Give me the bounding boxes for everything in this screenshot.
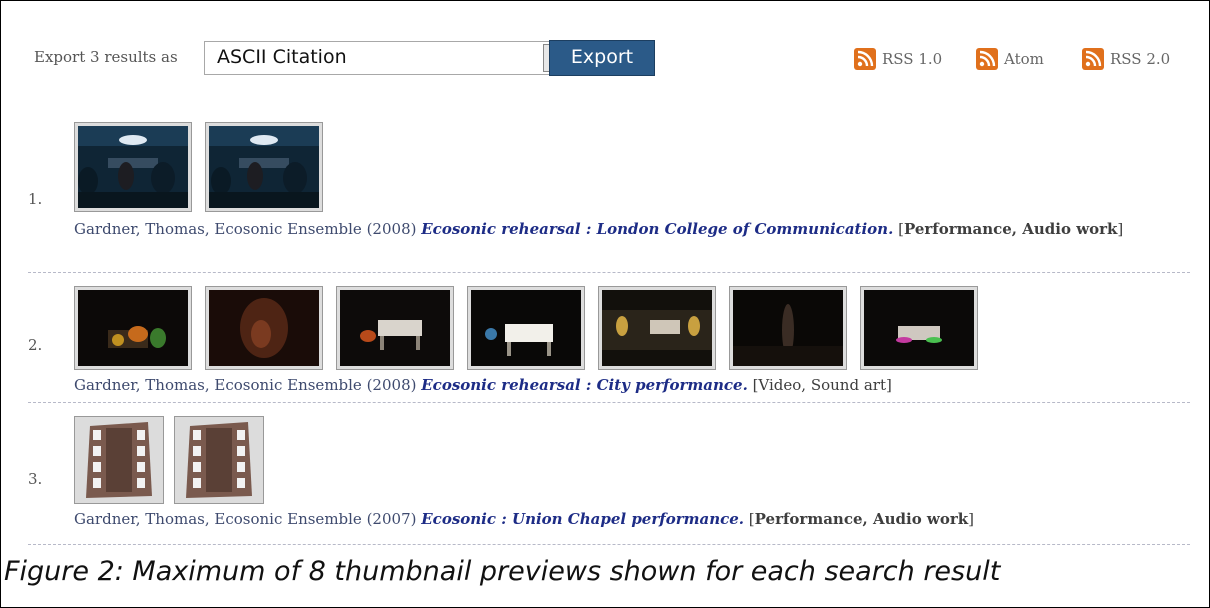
types-values: [Video, Sound art] [752, 376, 892, 394]
thumbnail[interactable] [860, 286, 978, 370]
thumbnail[interactable] [74, 286, 192, 370]
film-icon[interactable] [174, 416, 264, 504]
types-values: Performance, Audio work [903, 220, 1118, 238]
figure-caption: Figure 2: Maximum of 8 thumbnail preview… [4, 556, 1001, 587]
export-button[interactable]: Export [549, 40, 655, 76]
result-item: 3. Gardner, Thomas, Ecosonic Ensemble (2… [28, 410, 1190, 545]
result-number: 3. [28, 470, 43, 488]
feed-label: Atom [1004, 50, 1044, 68]
rss-icon [1082, 48, 1104, 70]
result-title-link[interactable]: Ecosonic rehearsal : City performance. [421, 376, 748, 394]
result-item: 1. Gardner, Thomas, Ecosonic Ensemble (2… [28, 122, 1190, 273]
result-authors[interactable]: Gardner, Thomas, Ecosonic Ensemble (2008… [74, 220, 416, 238]
result-item: 2. Gardner, Thomas, Ecosonic Ensemble (2… [28, 280, 1190, 403]
feed-label: RSS 1.0 [882, 50, 943, 68]
export-toolbar: Export 3 results as ASCII Citation Expor… [34, 40, 1194, 80]
result-types: [Performance, Audio work] [749, 510, 974, 528]
result-citation: Gardner, Thomas, Ecosonic Ensemble (2008… [74, 218, 1174, 240]
export-label: Export 3 results as [34, 48, 178, 66]
thumbnail[interactable] [205, 122, 323, 212]
thumbnail[interactable] [74, 122, 192, 212]
film-icon[interactable] [74, 416, 164, 504]
result-number: 2. [28, 336, 43, 354]
types-bracket: ] [968, 510, 974, 528]
types-values: Performance, Audio work [754, 510, 969, 528]
thumbnail[interactable] [598, 286, 716, 370]
thumbnail[interactable] [336, 286, 454, 370]
result-title-link[interactable]: Ecosonic : Union Chapel performance. [421, 510, 744, 528]
result-types: [Performance, Audio work] [898, 220, 1123, 238]
result-number: 1. [28, 190, 43, 208]
thumbnail[interactable] [205, 286, 323, 370]
result-title-link[interactable]: Ecosonic rehearsal : London College of C… [421, 220, 893, 238]
result-authors[interactable]: Gardner, Thomas, Ecosonic Ensemble (2007… [74, 510, 416, 528]
rss-icon [854, 48, 876, 70]
thumbnail[interactable] [467, 286, 585, 370]
result-citation: Gardner, Thomas, Ecosonic Ensemble (2007… [74, 508, 1174, 530]
export-format-value: ASCII Citation [217, 46, 347, 68]
export-format-select[interactable]: ASCII Citation [204, 41, 570, 75]
thumbnail[interactable] [729, 286, 847, 370]
result-types: [Video, Sound art] [753, 376, 892, 394]
feed-label: RSS 2.0 [1110, 50, 1171, 68]
types-bracket: ] [1117, 220, 1124, 238]
feed-links: RSS 1.0 Atom RSS 2.0 [854, 48, 1194, 72]
rss-icon [976, 48, 998, 70]
result-authors[interactable]: Gardner, Thomas, Ecosonic Ensemble (2008… [74, 376, 416, 394]
result-citation: Gardner, Thomas, Ecosonic Ensemble (2008… [74, 374, 1174, 396]
